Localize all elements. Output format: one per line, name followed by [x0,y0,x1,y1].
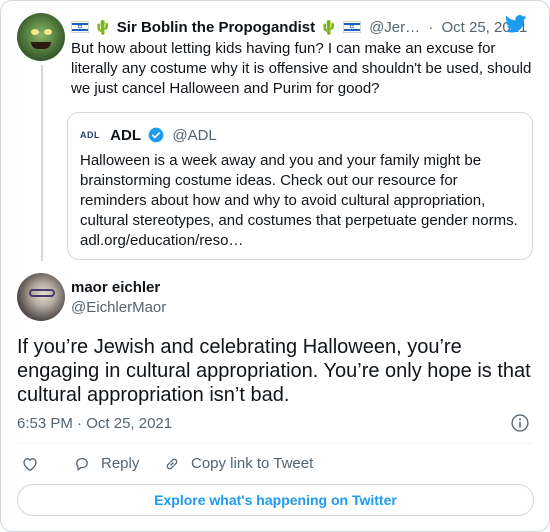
thread-line [41,65,43,261]
israel-flag-icon: ✡ [342,21,361,33]
quoted-tweet-header: ADL ADL @ADL [80,125,217,145]
parent-tweet-header: ✡ 🌵 Sir Boblin the Propogandist 🌵 ✡ @Jer… [71,17,547,37]
main-author-handle[interactable]: @EichlerMaor [71,298,166,318]
heart-icon [23,458,37,472]
cactus-icon: 🌵 [320,19,338,35]
divider [17,443,533,444]
link-icon [166,458,178,470]
author-handle[interactable]: @Jer… [369,19,420,36]
verified-badge-icon [148,127,164,143]
tweet-date[interactable]: Oct 25, 2021 [86,415,172,432]
quoted-author-name[interactable]: ADL [110,127,141,144]
cactus-icon: 🌵 [94,19,112,35]
reply-icon [76,457,88,471]
israel-flag-icon: ✡ [71,21,89,33]
author-name[interactable]: Sir Boblin the Propogandist [117,19,315,36]
adl-logo: ADL [80,130,100,140]
quoted-tweet-text: Halloween is a week away and you and you… [80,152,518,249]
twitter-bird-icon[interactable] [505,15,527,33]
quoted-author-handle[interactable]: @ADL [172,127,216,144]
reply-label: Reply [101,455,140,472]
main-author-name[interactable]: maor eichler [71,278,160,298]
tweet-timestamp[interactable]: 6:53 PM · Oct 25, 2021 [17,414,172,434]
separator-dot: · [77,415,83,432]
main-avatar[interactable] [17,273,65,321]
main-tweet-text: If you’re Jewish and celebrating Hallowe… [17,336,531,406]
parent-tweet-text: But how about letting kids having fun? I… [71,40,532,97]
copy-link-label: Copy link to Tweet [191,455,314,472]
avatar[interactable] [17,13,65,61]
tweet-embed-card: ✡ 🌵 Sir Boblin the Propogandist 🌵 ✡ @Jer… [0,0,550,532]
tweet-time[interactable]: 6:53 PM [17,415,73,432]
quoted-tweet[interactable]: ADL ADL @ADL Halloween is a week away an… [67,112,533,260]
info-icon[interactable] [510,413,530,433]
separator-dot: · [428,19,434,36]
explore-twitter-button[interactable]: Explore what's happening on Twitter [17,484,534,516]
